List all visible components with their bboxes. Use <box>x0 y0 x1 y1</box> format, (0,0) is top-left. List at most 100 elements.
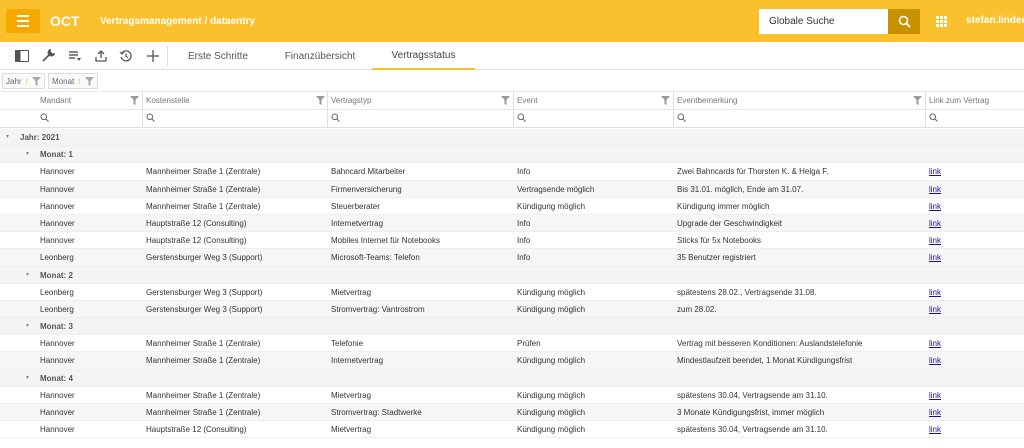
search-icon[interactable] <box>146 113 155 122</box>
group-chip-monat[interactable]: Monat ↑ <box>48 73 98 89</box>
contract-link[interactable]: link <box>929 202 941 211</box>
column-header-kostenstelle[interactable]: Kostenstelle <box>146 96 190 105</box>
filter-icon[interactable] <box>130 96 139 105</box>
group-row-year[interactable]: ▾ Jahr: 2021 <box>0 129 1024 147</box>
table-cell: Kündigung möglich <box>517 425 586 435</box>
column-divider[interactable] <box>327 92 328 128</box>
wrench-icon[interactable] <box>39 47 57 65</box>
add-icon[interactable] <box>144 47 162 65</box>
table-row[interactable]: Hannover Hauptstraße 12 (Consulting) Mietv… <box>0 421 1024 439</box>
table-cell: Hauptstraße 12 (Consulting) <box>146 236 247 246</box>
contract-link[interactable]: link <box>929 356 941 365</box>
contract-link[interactable]: link <box>929 305 941 314</box>
app-title[interactable]: OCT <box>50 13 80 29</box>
table-row[interactable]: Hannover Mannheimer Straße 1 (Zentrale) St… <box>0 198 1024 215</box>
group-row-month[interactable]: ▾ Monat: 4 <box>0 369 1024 387</box>
filter-icon[interactable] <box>913 96 922 105</box>
history-icon[interactable] <box>117 47 135 65</box>
export-icon[interactable] <box>92 47 110 65</box>
contract-link[interactable]: link <box>929 391 941 400</box>
filter-icon[interactable] <box>84 76 94 86</box>
group-label: Monat: 2 <box>40 270 73 280</box>
table-cell: 35 Benutzer registriert <box>677 253 756 263</box>
search-icon[interactable] <box>40 113 49 122</box>
list-filter-icon[interactable] <box>66 47 84 65</box>
search-button[interactable] <box>888 9 920 34</box>
search-icon[interactable] <box>331 113 340 122</box>
column-header-link[interactable]: Link zum Vertrag <box>929 96 989 105</box>
collapse-arrow-icon[interactable]: ▾ <box>26 271 29 278</box>
filter-icon[interactable] <box>661 96 670 105</box>
table-row[interactable]: Hannover Mannheimer Straße 1 (Zentrale) In… <box>0 352 1024 370</box>
table-cell: Leonberg <box>40 304 74 314</box>
table-row[interactable]: Hannover Mannheimer Straße 1 (Zentrale) St… <box>0 404 1024 422</box>
filter-icon[interactable] <box>32 76 42 86</box>
column-header-mandant[interactable]: Mandant <box>40 96 71 105</box>
table-cell: Hannover <box>40 339 75 349</box>
table-row[interactable]: Hannover Mannheimer Straße 1 (Zentrale) Te… <box>0 335 1024 353</box>
tab-vertragsstatus[interactable]: Vertragsstatus <box>372 42 475 70</box>
column-divider[interactable] <box>925 92 926 128</box>
sort-asc-icon[interactable]: ↑ <box>25 76 30 86</box>
table-cell: Hannover <box>40 201 75 211</box>
table-cell: Mannheimer Straße 1 (Zentrale) <box>146 201 261 211</box>
column-header-event[interactable]: Event <box>517 96 537 105</box>
table-cell: Upgrade der Geschwindigkeit <box>677 218 782 228</box>
table-cell: spätestens 28.02., Vertragsende 31.08. <box>677 287 817 297</box>
table-cell: Hannover <box>40 356 75 366</box>
filter-icon[interactable] <box>501 96 510 105</box>
tab-finanzuebersicht[interactable]: Finanzübersicht <box>272 42 368 70</box>
table-row[interactable]: Hannover Hauptstraße 12 (Consulting) Inter… <box>0 214 1024 233</box>
table-cell: Hannover <box>40 218 75 228</box>
global-search-input[interactable] <box>759 9 888 34</box>
collapse-arrow-icon[interactable]: ▾ <box>26 150 29 157</box>
table-cell: Hannover <box>40 236 75 246</box>
table-cell: Internetvertrag <box>331 356 384 366</box>
contract-link[interactable]: link <box>929 339 941 348</box>
column-divider[interactable] <box>142 92 143 128</box>
contract-link[interactable]: link <box>929 185 941 194</box>
contract-link[interactable]: link <box>929 236 941 245</box>
collapse-arrow-icon[interactable]: ▾ <box>26 374 29 381</box>
contract-link[interactable]: link <box>929 408 941 417</box>
contract-link[interactable]: link <box>929 425 941 434</box>
search-icon[interactable] <box>929 113 938 122</box>
search-icon[interactable] <box>677 113 686 122</box>
contract-link[interactable]: link <box>929 253 941 262</box>
collapse-arrow-icon[interactable]: ▾ <box>26 322 29 329</box>
table-cell: Gerstensburger Weg 3 (Support) <box>146 287 263 297</box>
column-divider[interactable] <box>513 92 514 128</box>
apps-grid-icon[interactable] <box>936 16 947 27</box>
menu-icon[interactable] <box>6 9 40 33</box>
contract-link[interactable]: link <box>929 219 941 228</box>
search-icon[interactable] <box>517 113 526 122</box>
table-cell: 3 Monate Kündigungsfrist, immer möglich <box>677 408 825 417</box>
contract-link[interactable]: link <box>929 167 941 176</box>
table-cell: Mobiles Internet für Notebooks <box>331 236 440 246</box>
table-row[interactable]: Hannover Mannheimer Straße 1 (Zentrale) Ba… <box>0 163 1024 181</box>
group-row-month[interactable]: ▾ Monat: 1 <box>0 146 1024 164</box>
table-cell: Hauptstraße 12 (Consulting) <box>146 425 247 435</box>
collapse-arrow-icon[interactable]: ▾ <box>6 133 9 140</box>
table-row[interactable]: Leonberg Gerstensburger Weg 3 (Support) Mi… <box>0 284 1024 301</box>
filter-icon[interactable] <box>316 96 325 105</box>
column-header-vertragstyp[interactable]: Vertragstyp <box>331 96 371 105</box>
column-divider[interactable] <box>673 92 674 128</box>
search-icon <box>898 15 911 28</box>
table-row[interactable]: Hannover Mannheimer Straße 1 (Zentrale) Fi… <box>0 180 1024 198</box>
table-row[interactable]: Leonberg Gerstensburger Weg 3 (Support) Mi… <box>0 249 1024 267</box>
panel-icon[interactable] <box>13 47 31 65</box>
table-cell: Mindestlaufzeit beendet, 1 Monat Kündigu… <box>677 356 853 366</box>
group-chip-jahr[interactable]: Jahr ↑ <box>2 73 46 89</box>
table-row[interactable]: Hannover Mannheimer Straße 1 (Zentrale) Mi… <box>0 387 1024 404</box>
group-row-month[interactable]: ▾ Monat: 2 <box>0 266 1024 284</box>
tab-erste-schritte[interactable]: Erste Schritte <box>172 42 264 70</box>
sort-asc-icon[interactable]: ↑ <box>77 76 82 86</box>
group-row-month[interactable]: ▾ Monat: 3 <box>0 318 1024 336</box>
table-cell: Kündigung möglich <box>517 390 586 400</box>
contract-link[interactable]: link <box>929 288 941 297</box>
column-header-eventbemerkung[interactable]: Eventbemerkung <box>677 96 737 105</box>
table-row[interactable]: Hannover Hauptstraße 12 (Consulting) Mobil… <box>0 232 1024 250</box>
table-row[interactable]: Leonberg Gerstensburger Weg 3 (Support) St… <box>0 300 1024 319</box>
user-name[interactable]: stefan.lindenla <box>966 15 1024 26</box>
